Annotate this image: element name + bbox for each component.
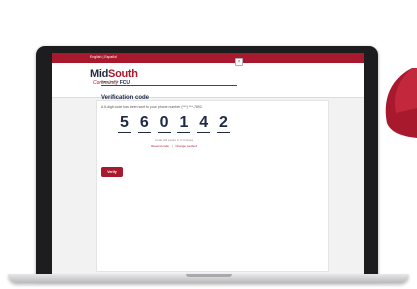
code-expiry-text: Code will expire in 3 minutes <box>154 138 194 142</box>
laptop-notch <box>186 274 232 277</box>
step-progress-line <box>101 85 237 86</box>
verification-title: Verification code <box>101 95 150 101</box>
verification-description: A 6-digit code has been sent to your pho… <box>101 105 203 109</box>
code-digit[interactable]: 6 <box>137 115 151 133</box>
screen-overlay <box>52 53 364 274</box>
code-digit[interactable]: 5 <box>118 115 131 133</box>
resend-code-link[interactable]: Resend code <box>151 144 169 148</box>
code-digit[interactable]: 2 <box>216 115 230 133</box>
change-method-link[interactable]: Change method <box>175 144 196 148</box>
verification-code-input[interactable]: 5 6 0 1 4 2 <box>118 115 230 133</box>
code-digit[interactable]: 0 <box>157 115 171 133</box>
code-digit[interactable]: 4 <box>197 115 211 133</box>
link-separator: | <box>171 144 173 148</box>
step-indicator: Step 3 of 3 <box>101 80 118 84</box>
code-actions: Resend code | Change method <box>118 144 230 148</box>
close-button[interactable]: × <box>235 58 243 66</box>
code-digit[interactable]: 1 <box>177 115 191 133</box>
decorative-red-shape <box>385 68 417 138</box>
verify-button[interactable]: Verify <box>101 167 123 177</box>
